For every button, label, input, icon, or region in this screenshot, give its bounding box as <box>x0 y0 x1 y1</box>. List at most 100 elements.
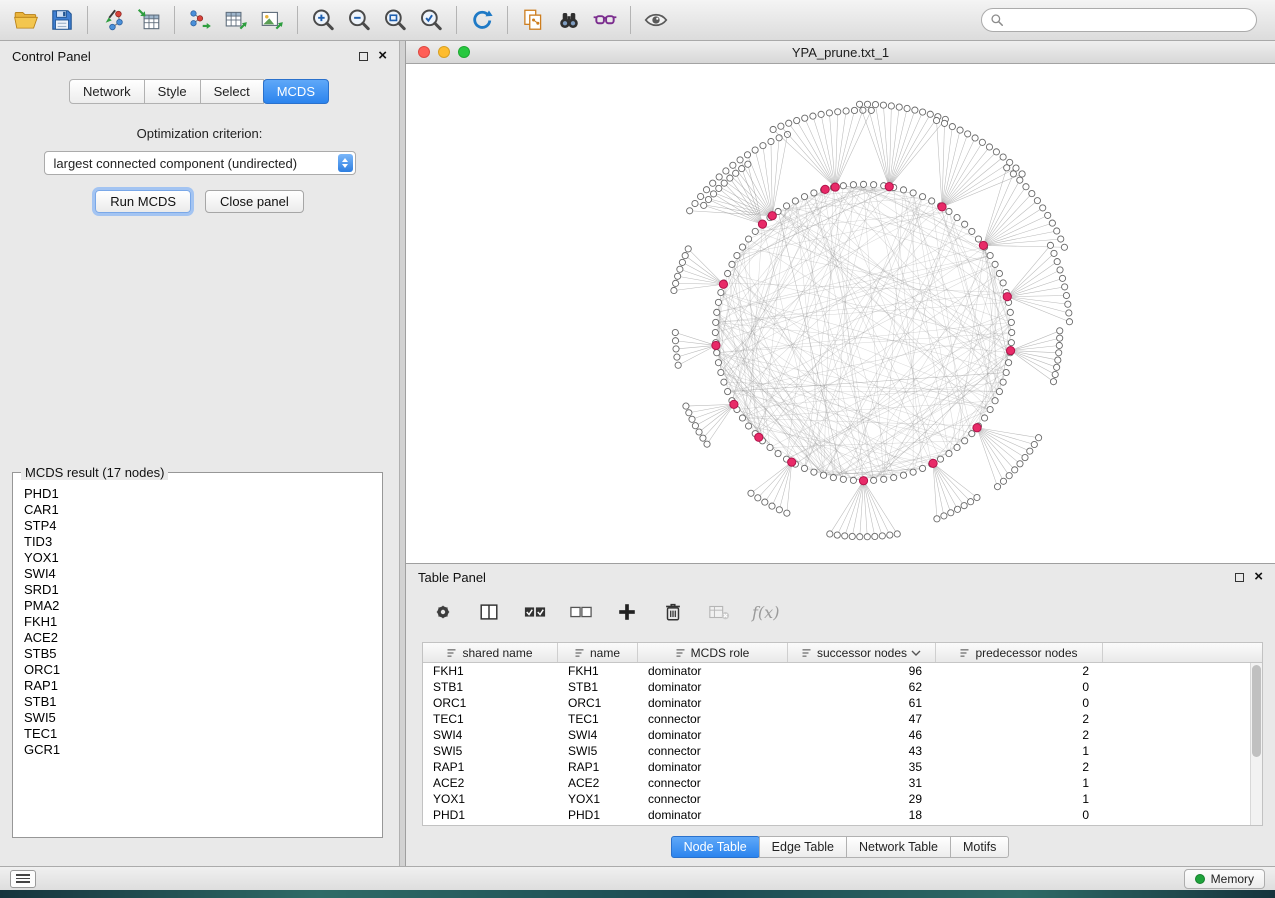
glasses-icon <box>592 7 618 33</box>
node-table: shared name name MCDS role successor nod… <box>422 642 1263 826</box>
mcds-result-item[interactable]: YOX1 <box>24 550 371 566</box>
mcds-result-item[interactable]: SWI5 <box>24 710 371 726</box>
hide-selected-button[interactable] <box>587 4 623 36</box>
table-row[interactable]: ORC1 ORC1 dominator 61 0 <box>423 695 1250 711</box>
mcds-result-list[interactable]: PHD1 CAR1 STP4 TID3 YOX1 SWI4 SRD1 PMA2 … <box>15 482 380 835</box>
zoom-in-button[interactable] <box>305 4 341 36</box>
mcds-result-item[interactable]: ACE2 <box>24 630 371 646</box>
zoom-fit-button[interactable] <box>377 4 413 36</box>
cell-successor-nodes: 47 <box>788 712 936 726</box>
mcds-result-item[interactable]: STB1 <box>24 694 371 710</box>
tab-network-table[interactable]: Network Table <box>846 836 951 858</box>
table-settings-button[interactable] <box>430 599 456 625</box>
show-all-button[interactable] <box>638 4 674 36</box>
zoom-out-button[interactable] <box>341 4 377 36</box>
mcds-result-item[interactable]: TEC1 <box>24 726 371 742</box>
run-mcds-button[interactable]: Run MCDS <box>95 190 191 213</box>
cell-shared-name: RAP1 <box>423 760 558 774</box>
table-row[interactable]: YOX1 YOX1 connector 29 1 <box>423 791 1250 807</box>
mcds-result-item[interactable]: CAR1 <box>24 502 371 518</box>
open-folder-icon <box>13 7 39 33</box>
delete-column-button[interactable] <box>660 599 686 625</box>
table-row[interactable]: TEC1 TEC1 connector 47 2 <box>423 711 1250 727</box>
deselect-all-button[interactable] <box>568 599 594 625</box>
table-row[interactable]: RAP1 RAP1 dominator 35 2 <box>423 759 1250 775</box>
scrollbar-thumb[interactable] <box>1252 665 1261 757</box>
mcds-result-item[interactable]: STP4 <box>24 518 371 534</box>
memory-button[interactable]: Memory <box>1184 869 1265 889</box>
column-header-filler <box>1103 643 1262 662</box>
tab-motifs[interactable]: Motifs <box>950 836 1009 858</box>
minimize-window-icon[interactable] <box>438 46 450 58</box>
mcds-result-item[interactable]: FKH1 <box>24 614 371 630</box>
save-session-button[interactable] <box>44 4 80 36</box>
status-menu-button[interactable] <box>10 870 36 888</box>
close-window-icon[interactable] <box>418 46 430 58</box>
network-graph[interactable] <box>406 64 1275 563</box>
export-image-icon <box>259 7 285 33</box>
export-image-button[interactable] <box>254 4 290 36</box>
table-row[interactable]: FKH1 FKH1 dominator 96 2 <box>423 663 1250 679</box>
mcds-result-item[interactable]: SRD1 <box>24 582 371 598</box>
select-all-button[interactable] <box>522 599 548 625</box>
column-header-mcds-role[interactable]: MCDS role <box>638 643 788 662</box>
tab-edge-table[interactable]: Edge Table <box>759 836 847 858</box>
tab-style[interactable]: Style <box>144 79 201 104</box>
zoom-selected-button[interactable] <box>413 4 449 36</box>
maximize-window-icon[interactable] <box>458 46 470 58</box>
cell-predecessor-nodes: 0 <box>936 696 1103 710</box>
cell-shared-name: FKH1 <box>423 664 558 678</box>
function-builder-icon[interactable]: f(x) <box>752 603 779 622</box>
column-header-name[interactable]: name <box>558 643 638 662</box>
search-icon <box>990 13 1004 27</box>
desktop-background <box>0 890 1275 898</box>
import-network-button[interactable] <box>95 4 131 36</box>
column-header-predecessor-nodes[interactable]: predecessor nodes <box>936 643 1103 662</box>
search-input[interactable] <box>1009 13 1248 27</box>
close-panel-button[interactable]: Close panel <box>205 190 304 213</box>
network-window-titlebar[interactable]: YPA_prune.txt_1 <box>406 41 1275 64</box>
column-header-successor-nodes[interactable]: successor nodes <box>788 643 936 662</box>
table-row[interactable]: SWI4 SWI4 dominator 46 2 <box>423 727 1250 743</box>
tab-select[interactable]: Select <box>200 79 264 104</box>
tab-node-table[interactable]: Node Table <box>671 836 760 858</box>
add-column-button[interactable] <box>614 599 640 625</box>
mcds-result-item[interactable]: ORC1 <box>24 662 371 678</box>
open-session-button[interactable] <box>8 4 44 36</box>
mcds-result-item[interactable]: PHD1 <box>24 486 371 502</box>
mcds-result-item[interactable]: GCR1 <box>24 742 371 758</box>
tab-mcds[interactable]: MCDS <box>263 79 329 104</box>
float-table-panel-icon[interactable] <box>1235 573 1244 582</box>
export-table-button[interactable] <box>218 4 254 36</box>
cell-name: FKH1 <box>558 664 638 678</box>
apply-layout-button[interactable] <box>464 4 500 36</box>
copy-style-button[interactable] <box>515 4 551 36</box>
import-table-button[interactable] <box>131 4 167 36</box>
memory-label: Memory <box>1211 872 1254 886</box>
delete-table-button[interactable] <box>706 599 732 625</box>
mcds-result-item[interactable]: TID3 <box>24 534 371 550</box>
table-row[interactable]: ACE2 ACE2 connector 31 1 <box>423 775 1250 791</box>
column-header-shared-name[interactable]: shared name <box>423 643 558 662</box>
mcds-result-item[interactable]: PMA2 <box>24 598 371 614</box>
show-columns-button[interactable] <box>476 599 502 625</box>
find-neighbors-button[interactable] <box>551 4 587 36</box>
cell-successor-nodes: 18 <box>788 808 936 822</box>
cell-mcds-role: connector <box>638 776 788 790</box>
close-panel-icon[interactable]: × <box>378 51 387 61</box>
table-row[interactable]: STB1 STB1 dominator 62 0 <box>423 679 1250 695</box>
float-panel-icon[interactable] <box>359 52 368 61</box>
mcds-result-item[interactable]: SWI4 <box>24 566 371 582</box>
close-table-panel-icon[interactable]: × <box>1254 572 1263 582</box>
cell-name: PHD1 <box>558 808 638 822</box>
export-network-button[interactable] <box>182 4 218 36</box>
mcds-result-title: MCDS result (17 nodes) <box>21 465 168 480</box>
criterion-dropdown[interactable]: largest connected component (undirected) <box>44 151 356 175</box>
cell-mcds-role: dominator <box>638 680 788 694</box>
column-label: successor nodes <box>817 646 907 660</box>
table-row[interactable]: SWI5 SWI5 connector 43 1 <box>423 743 1250 759</box>
mcds-result-item[interactable]: RAP1 <box>24 678 371 694</box>
table-row[interactable]: PHD1 PHD1 dominator 18 0 <box>423 807 1250 823</box>
tab-network[interactable]: Network <box>69 79 145 104</box>
mcds-result-item[interactable]: STB5 <box>24 646 371 662</box>
